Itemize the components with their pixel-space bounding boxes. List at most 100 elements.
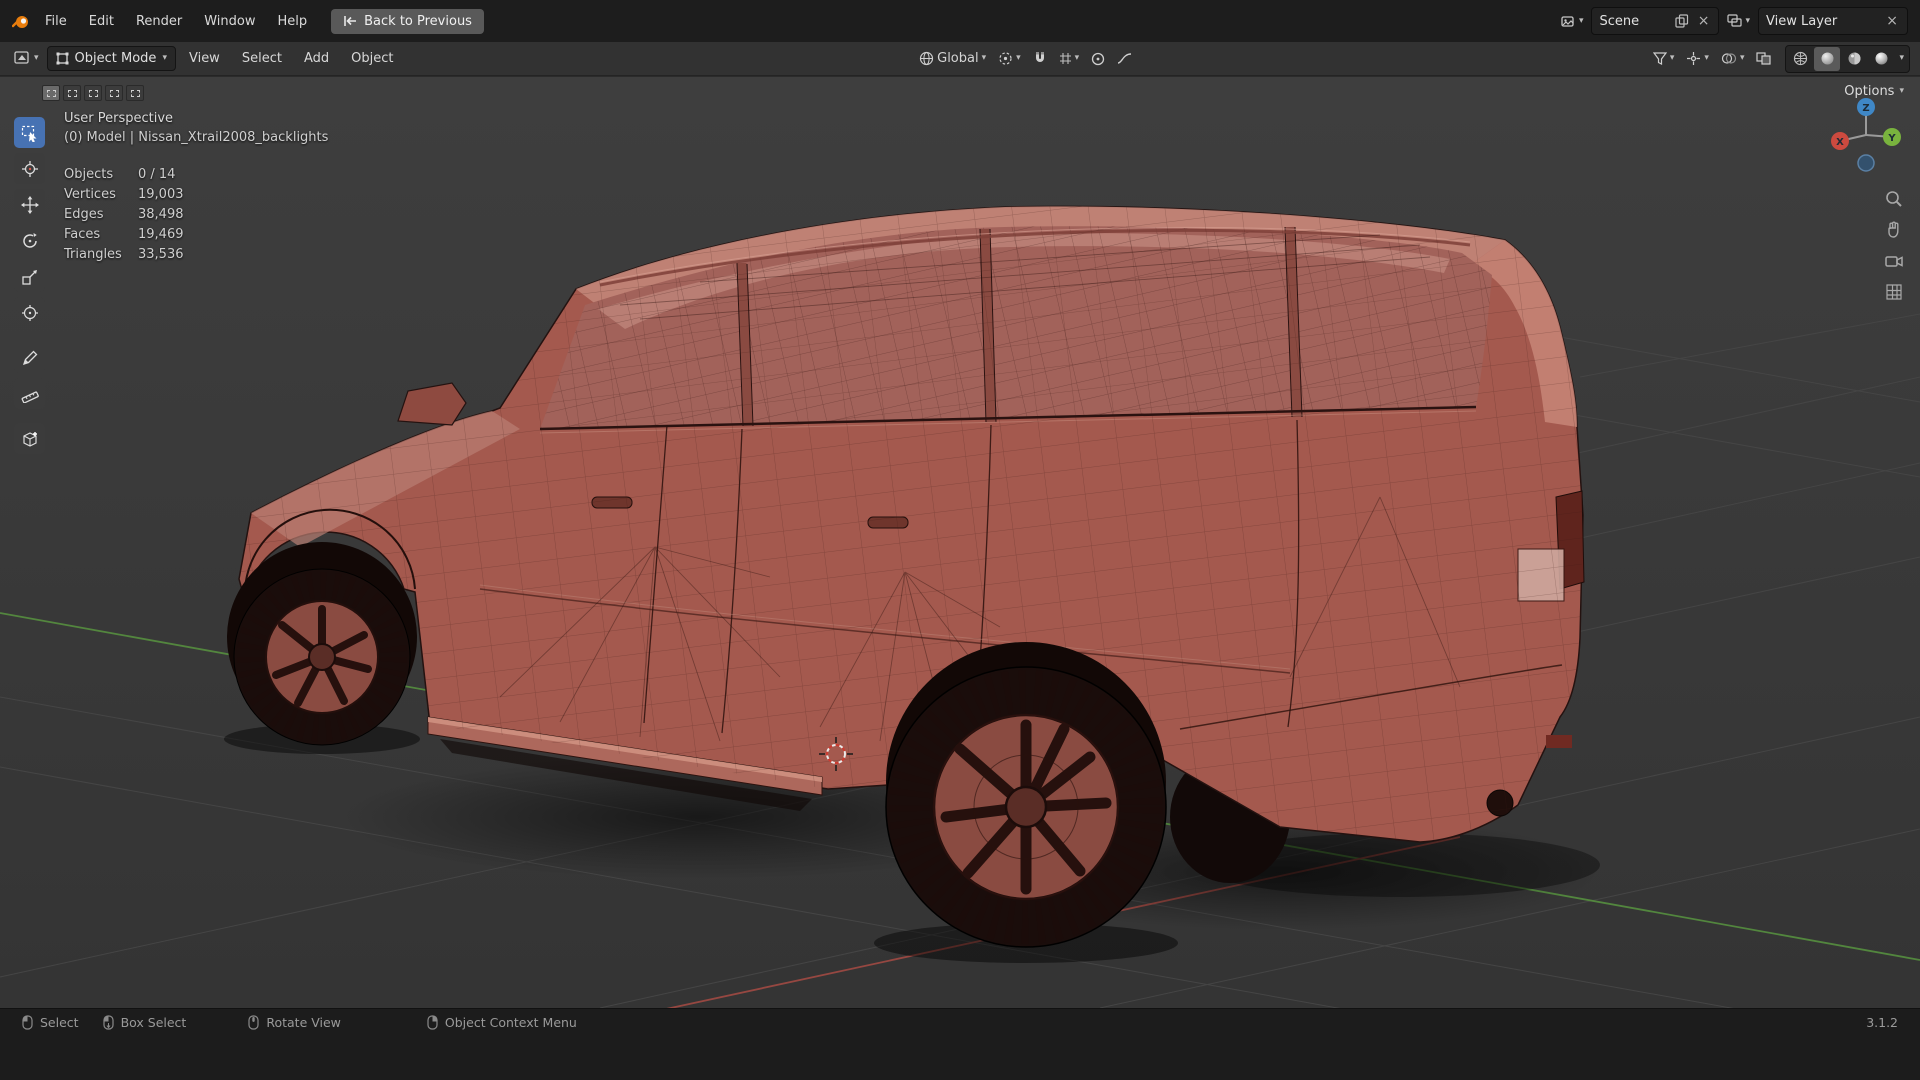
mouse-middle-icon — [248, 1014, 259, 1030]
navigation-gizmo[interactable]: X Y Z — [1822, 91, 1910, 179]
blender-logo-icon[interactable] — [11, 14, 28, 29]
scene-stats: Objects 0 / 14 Vertices 19,003 Edges 38,498… — [64, 167, 328, 262]
select-mode-intersect-button[interactable] — [126, 85, 144, 101]
stat-label: Faces — [64, 227, 101, 242]
select-mode-extend-button[interactable] — [63, 85, 81, 101]
back-to-previous-button[interactable]: Back to Previous — [331, 8, 484, 34]
menu-object[interactable]: Object — [342, 46, 402, 71]
stat-value: 19,469 — [138, 227, 184, 242]
shading-material-button[interactable] — [1841, 47, 1867, 71]
stat-value: 38,498 — [138, 207, 184, 222]
tool-select-box[interactable] — [14, 117, 45, 148]
perspective-label: User Perspective — [64, 111, 174, 126]
tool-rotate[interactable] — [14, 225, 45, 256]
xray-icon — [1756, 52, 1772, 65]
menu-add[interactable]: Add — [295, 46, 338, 71]
tool-add-cube[interactable] — [14, 423, 45, 454]
object-mode-icon — [56, 52, 69, 65]
tool-annotate[interactable] — [14, 342, 45, 373]
stat-value: 19,003 — [138, 187, 184, 202]
status-rotate-view-label: Rotate View — [266, 1014, 341, 1030]
tool-transform[interactable] — [14, 297, 45, 328]
tool-scale[interactable] — [14, 261, 45, 292]
gizmo-z-negative[interactable] — [1857, 154, 1875, 172]
shading-rendered-button[interactable] — [1868, 47, 1894, 71]
camera-view-button[interactable] — [1884, 251, 1904, 271]
tool-cursor[interactable] — [14, 153, 45, 184]
viewport-info: User Perspective (0) Model | Nissan_Xtra… — [64, 111, 328, 267]
show-gizmo-dropdown[interactable]: ▾ — [1682, 48, 1713, 69]
back-to-previous-label: Back to Previous — [364, 13, 472, 29]
mouse-right-icon — [427, 1014, 438, 1030]
proportional-editing-toggle[interactable] — [1087, 49, 1109, 69]
zoom-button[interactable] — [1884, 189, 1904, 209]
status-box-select: Box Select — [102, 1014, 187, 1030]
select-mode-row — [42, 85, 144, 101]
tool-measure[interactable] — [14, 378, 45, 409]
front-wheel — [233, 568, 411, 746]
scene-field[interactable]: Scene × — [1591, 7, 1720, 35]
tool-shelf — [14, 117, 45, 454]
view-layer-field[interactable]: View Layer × — [1758, 7, 1908, 35]
status-rotate-view: Rotate View — [248, 1015, 341, 1030]
chevron-down-icon: ▾ — [1669, 53, 1675, 63]
view-layer-name: View Layer — [1766, 13, 1838, 29]
editor-type-button[interactable]: ▾ — [10, 48, 43, 69]
browse-scene-button[interactable]: ▾ — [1559, 12, 1586, 30]
status-select-label: Select — [40, 1014, 79, 1030]
gizmo-y-label: Y — [1887, 133, 1896, 144]
status-box-select-label: Box Select — [120, 1014, 187, 1030]
topbar: File Edit Render Window Help Back to Pre… — [0, 0, 1920, 42]
shading-wireframe-button[interactable] — [1787, 47, 1813, 71]
shading-dropdown-arrow[interactable]: ▾ — [1895, 54, 1908, 63]
scene-browse-icon — [1561, 16, 1574, 27]
chevron-down-icon: ▾ — [1745, 15, 1750, 26]
pan-button[interactable] — [1884, 220, 1904, 240]
object-types-filter-dropdown[interactable]: ▾ — [1649, 49, 1679, 68]
menu-window[interactable]: Window — [194, 9, 265, 34]
chevron-down-icon: ▾ — [34, 53, 39, 63]
show-overlays-dropdown[interactable]: ▾ — [1717, 49, 1749, 68]
proportional-editing-icon — [1092, 52, 1105, 65]
menu-help[interactable]: Help — [268, 9, 318, 34]
stat-label: Objects — [64, 167, 114, 182]
gizmo-x-label: X — [1836, 137, 1844, 148]
chevron-down-icon: ▾ — [162, 53, 167, 63]
menu-edit[interactable]: Edit — [79, 9, 124, 34]
snap-settings-dropdown[interactable]: ▾ — [1055, 49, 1084, 68]
view-layer-browse-icon — [1727, 14, 1743, 27]
toggle-xray-button[interactable] — [1752, 49, 1775, 68]
tool-move[interactable] — [14, 189, 45, 220]
chevron-down-icon: ▾ — [1704, 53, 1709, 63]
menu-view[interactable]: View — [180, 46, 229, 71]
menu-file[interactable]: File — [35, 9, 77, 34]
mode-label: Object Mode — [74, 51, 157, 66]
stat-value: 0 / 14 — [138, 167, 176, 182]
shading-solid-button[interactable] — [1814, 46, 1841, 71]
chevron-down-icon: ▾ — [1578, 15, 1584, 26]
falloff-dropdown[interactable] — [1113, 49, 1136, 68]
toggle-projection-button[interactable] — [1884, 282, 1904, 302]
pivot-point-dropdown[interactable]: ▾ — [994, 48, 1025, 69]
orientation-label: Global — [937, 51, 979, 66]
unlink-scene-button[interactable]: × — [1696, 13, 1712, 29]
model-label: (0) Model | Nissan_Xtrail2008_backlights — [64, 130, 329, 145]
viewport-nav-buttons — [1884, 189, 1904, 302]
editor-3d-viewport-icon — [14, 51, 29, 64]
snap-toggle-button[interactable] — [1029, 48, 1051, 69]
mode-dropdown[interactable]: Object Mode ▾ — [46, 46, 176, 71]
select-mode-subtract-button[interactable] — [84, 85, 102, 101]
new-scene-icon[interactable] — [1675, 13, 1690, 29]
viewport[interactable]: Options ▾ User Perspective (0) Model | N… — [0, 77, 1920, 1008]
menu-select[interactable]: Select — [233, 46, 291, 71]
magnet-icon — [1035, 52, 1044, 62]
stat-label: Triangles — [64, 247, 122, 262]
select-mode-invert-button[interactable] — [105, 85, 123, 101]
menu-render[interactable]: Render — [126, 9, 192, 34]
mouse-left-drag-icon — [102, 1014, 114, 1030]
status-select: Select — [22, 1015, 79, 1030]
browse-view-layer-button[interactable]: ▾ — [1725, 12, 1752, 30]
select-mode-new-button[interactable] — [42, 85, 60, 101]
remove-view-layer-button[interactable]: × — [1884, 13, 1900, 29]
transform-orientation-dropdown[interactable]: Global ▾ — [915, 48, 990, 69]
